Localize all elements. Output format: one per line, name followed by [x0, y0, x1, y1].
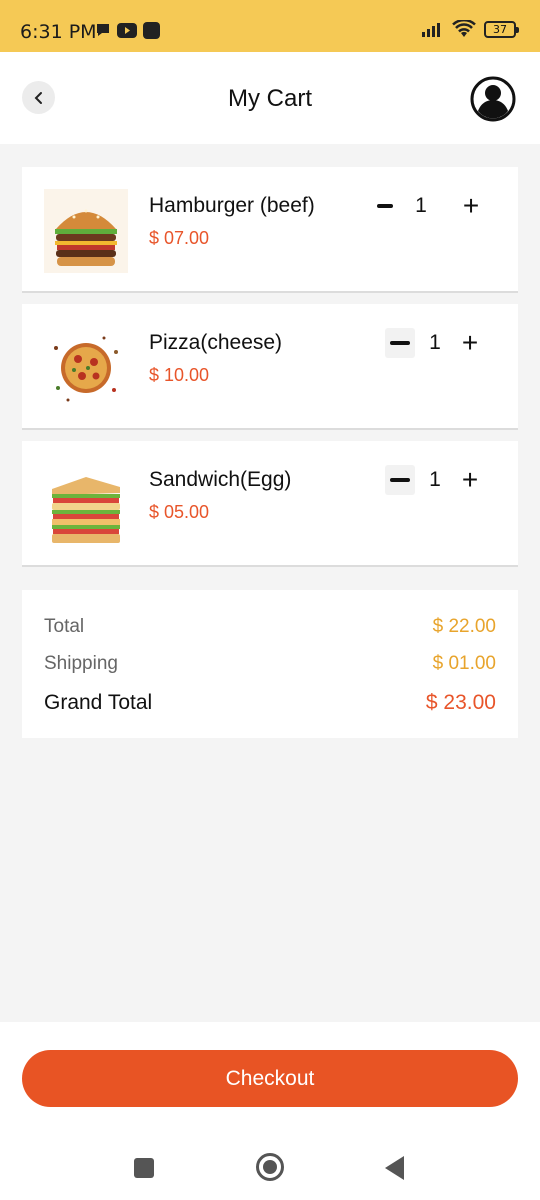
item-name: Sandwich(Egg)	[149, 468, 292, 491]
signal-icon	[422, 23, 440, 37]
minus-icon	[377, 204, 393, 208]
shipping-label: Shipping	[44, 653, 118, 674]
total-row: Total $ 22.00	[44, 616, 496, 638]
grand-total-row: Grand Total $ 23.00	[44, 691, 496, 715]
home-button[interactable]	[256, 1153, 284, 1181]
wifi-icon	[452, 20, 476, 37]
quantity-value: 1	[429, 331, 441, 354]
cart-item: Pizza(cheese) $ 10.00 1 +	[22, 304, 518, 430]
user-avatar-icon[interactable]	[470, 76, 516, 122]
increase-quantity-button[interactable]: +	[455, 465, 485, 495]
app-icon	[143, 22, 160, 39]
total-value: $ 22.00	[432, 616, 496, 637]
item-name: Pizza(cheese)	[149, 331, 283, 354]
battery-icon: 37	[484, 20, 519, 38]
quantity-value: 1	[415, 194, 427, 217]
quantity-stepper: 1 +	[370, 191, 486, 221]
home-icon	[263, 1160, 277, 1174]
header: My Cart	[0, 52, 540, 144]
system-back-button[interactable]	[385, 1156, 404, 1180]
quantity-stepper: 1 +	[385, 328, 485, 358]
minus-icon	[390, 341, 410, 345]
decrease-quantity-button[interactable]	[385, 465, 415, 495]
item-price: $ 07.00	[149, 228, 210, 248]
hamburger-image	[44, 189, 128, 273]
order-summary: Total $ 22.00 Shipping $ 01.00 Grand Tot…	[22, 590, 518, 738]
checkout-button[interactable]: Checkout	[22, 1050, 518, 1107]
increase-quantity-button[interactable]: +	[455, 328, 485, 358]
sandwich-image	[44, 463, 128, 547]
cart-item: Sandwich(Egg) $ 05.00 1 +	[22, 441, 518, 567]
pizza-image	[44, 326, 128, 410]
total-label: Total	[44, 616, 85, 637]
status-bar: 6:31 PM 37	[0, 0, 540, 52]
page-title: My Cart	[228, 85, 312, 112]
increase-quantity-button[interactable]: +	[456, 191, 486, 221]
status-time: 6:31 PM	[20, 21, 97, 43]
battery-level: 37	[493, 22, 507, 36]
cart-item: Hamburger (beef) $ 07.00 1 +	[22, 167, 518, 293]
quantity-stepper: 1 +	[385, 465, 485, 495]
youtube-icon	[117, 23, 137, 38]
quantity-value: 1	[429, 468, 441, 491]
plus-icon: +	[462, 190, 480, 221]
plus-icon: +	[461, 327, 479, 358]
grand-total-label: Grand Total	[44, 691, 153, 714]
decrease-quantity-button[interactable]	[370, 191, 400, 221]
shipping-value: $ 01.00	[432, 653, 496, 674]
recent-apps-button[interactable]	[134, 1158, 154, 1178]
status-icons: 37	[422, 20, 519, 38]
bottom-panel: Checkout	[0, 1022, 540, 1200]
plus-icon: +	[461, 464, 479, 495]
grand-total-value: $ 23.00	[425, 691, 496, 714]
minus-icon	[390, 478, 410, 482]
decrease-quantity-button[interactable]	[385, 328, 415, 358]
chat-bubble-icon	[97, 24, 109, 36]
item-price: $ 05.00	[149, 502, 210, 522]
item-name: Hamburger (beef)	[149, 194, 315, 217]
shipping-row: Shipping $ 01.00	[44, 653, 496, 675]
item-price: $ 10.00	[149, 365, 210, 385]
